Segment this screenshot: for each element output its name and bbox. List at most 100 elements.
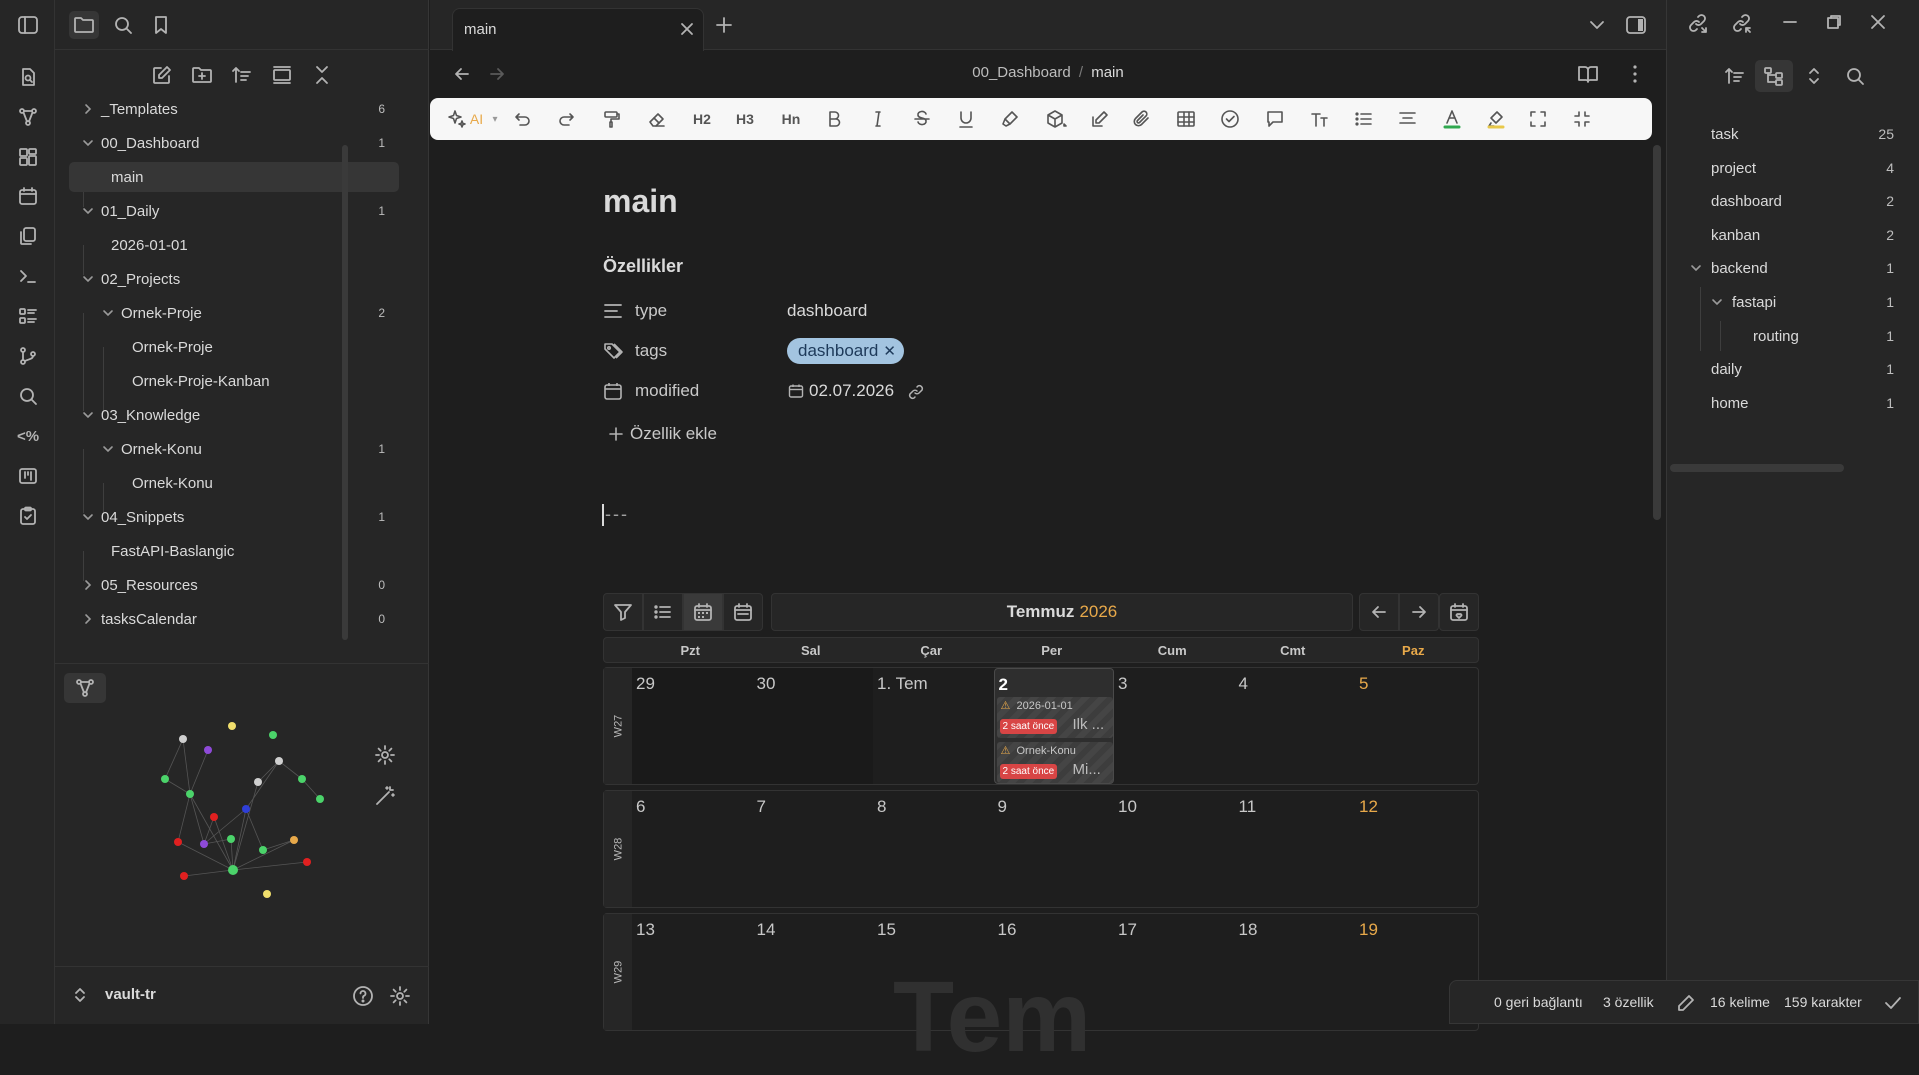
remove-tag-icon[interactable]: ✕	[883, 342, 896, 360]
format-painter-icon[interactable]	[600, 107, 624, 131]
tab-list-chevron-icon[interactable]	[1588, 16, 1606, 34]
folder-item[interactable]: _Templates 6	[69, 94, 399, 124]
callout-icon[interactable]	[1262, 107, 1292, 131]
properties-heading[interactable]: Özellikler	[603, 256, 683, 277]
property-key[interactable]: modified	[635, 381, 699, 401]
bookmarks-tab-icon[interactable]	[146, 11, 176, 39]
tab-main[interactable]: main	[452, 8, 704, 51]
new-tab-icon[interactable]	[715, 16, 733, 34]
month-view-icon[interactable]	[683, 593, 723, 631]
tag-item[interactable]: project 4	[1667, 153, 1919, 183]
chevron-down-icon[interactable]	[81, 204, 95, 218]
today-icon[interactable]	[1439, 593, 1479, 631]
table-icon[interactable]	[1174, 107, 1198, 131]
next-month-icon[interactable]	[1399, 593, 1439, 631]
quick-switcher-icon[interactable]	[14, 63, 42, 91]
sync-status-icon[interactable]	[1883, 993, 1903, 1013]
sidebar-toggle-icon[interactable]	[14, 11, 42, 39]
chevron-right-icon[interactable]	[81, 578, 95, 592]
search-icon[interactable]	[14, 382, 42, 410]
command-palette-icon[interactable]	[14, 262, 42, 290]
calendar-day[interactable]: 4	[1235, 668, 1356, 784]
tag-hierarchy-icon[interactable]	[1755, 60, 1793, 92]
vault-chevrons-icon[interactable]	[71, 986, 89, 1004]
graph-view-icon[interactable]	[14, 103, 42, 131]
calendar-day[interactable]: 11	[1235, 791, 1356, 907]
tags-horizontal-scrollbar[interactable]	[1670, 464, 1844, 472]
new-folder-icon[interactable]	[189, 62, 215, 88]
restore-icon[interactable]	[1824, 12, 1844, 32]
tags-search-icon[interactable]	[1844, 65, 1866, 87]
calendar-day[interactable]: 18	[1235, 914, 1356, 1030]
undo-icon[interactable]	[510, 107, 534, 131]
editor-scrollbar[interactable]	[1653, 145, 1661, 520]
week-number[interactable]: W28	[604, 791, 632, 907]
chevron-down-icon[interactable]	[1710, 295, 1724, 309]
chevron-down-icon[interactable]	[81, 510, 95, 524]
tag-item[interactable]: fastapi 1	[1667, 287, 1919, 317]
link-icon[interactable]	[907, 383, 925, 401]
tags-sort-icon[interactable]	[1724, 65, 1746, 87]
ai-button[interactable]: AI	[440, 107, 490, 131]
redo-icon[interactable]	[555, 107, 579, 131]
prev-month-icon[interactable]	[1359, 593, 1399, 631]
calendar-day[interactable]: 9	[994, 791, 1115, 907]
folder-item[interactable]: 01_Daily 1	[69, 196, 399, 226]
collapse-toolbar-icon[interactable]	[1570, 107, 1594, 131]
calendar-day[interactable]: 2 ⚠ 2026-01-01 2 saat önce Ilk ... ⚠ Ornek-Kon…	[993, 668, 1114, 784]
horizontal-rule-markdown[interactable]: ---	[605, 504, 629, 525]
search-tab-icon[interactable]	[108, 11, 138, 39]
close-window-icon[interactable]	[1868, 12, 1888, 32]
graph-canvas[interactable]	[145, 694, 395, 904]
font-color-icon[interactable]	[1438, 107, 1468, 131]
tag-item[interactable]: dashboard 2	[1667, 186, 1919, 216]
daily-note-icon[interactable]	[14, 182, 42, 210]
calendar-day[interactable]: 16	[994, 914, 1115, 1030]
bold-icon[interactable]	[822, 107, 846, 131]
file-item[interactable]: Ornek-Proje	[69, 332, 399, 362]
block-insert-icon[interactable]	[1042, 107, 1072, 131]
tag-item[interactable]: backend 1	[1667, 253, 1919, 283]
breadcrumb-folder[interactable]: 00_Dashboard	[972, 64, 1070, 81]
calendar-event[interactable]: ⚠ 2026-01-01 2 saat önce Ilk ...	[996, 697, 1113, 738]
file-item[interactable]: Ornek-Proje-Kanban	[69, 366, 399, 396]
folder-item[interactable]: 03_Knowledge	[69, 400, 399, 430]
tag-item[interactable]: routing 1	[1667, 321, 1919, 351]
auto-reveal-icon[interactable]	[269, 62, 295, 88]
properties-count[interactable]: 3 özellik	[1603, 994, 1654, 1010]
expand-collapse-icon[interactable]	[1803, 65, 1825, 87]
file-item[interactable]: 2026-01-01	[69, 230, 399, 260]
right-sidebar-toggle-icon[interactable]	[1625, 14, 1647, 36]
add-property-button[interactable]: Özellik ekle	[608, 424, 717, 444]
calendar-day[interactable]: 15	[873, 914, 994, 1030]
new-note-icon[interactable]	[149, 62, 175, 88]
chevron-down-icon[interactable]	[81, 136, 95, 150]
calendar-day[interactable]: 14	[753, 914, 874, 1030]
sort-icon[interactable]	[229, 62, 255, 88]
property-value[interactable]: 02.07.2026	[809, 381, 894, 401]
outline-icon[interactable]	[14, 302, 42, 330]
sidebar-scrollbar[interactable]	[342, 145, 348, 640]
heading-n-button[interactable]: Hn	[776, 107, 806, 131]
calendar-day[interactable]: 6	[632, 791, 753, 907]
strikethrough-icon[interactable]	[910, 107, 934, 131]
week-number[interactable]: W27	[604, 668, 632, 784]
note-title[interactable]: main	[603, 183, 678, 220]
italic-icon[interactable]	[866, 107, 890, 131]
chevron-down-icon[interactable]	[1689, 261, 1703, 275]
templates-icon[interactable]	[14, 222, 42, 250]
property-value[interactable]: dashboard	[787, 301, 867, 321]
calendar-day[interactable]: 7	[753, 791, 874, 907]
underline-icon[interactable]	[954, 107, 978, 131]
tag-pill[interactable]: dashboard ✕	[787, 338, 904, 364]
align-icon[interactable]	[1394, 107, 1424, 131]
calendar-day[interactable]: 10	[1114, 791, 1235, 907]
folder-item[interactable]: tasksCalendar 0	[69, 604, 399, 634]
canvas-icon[interactable]	[14, 143, 42, 171]
list-view-icon[interactable]	[643, 593, 683, 631]
heading3-button[interactable]: H3	[733, 107, 757, 131]
git-icon[interactable]	[14, 342, 42, 370]
settings-icon[interactable]	[389, 985, 411, 1007]
word-count[interactable]: 16 kelime	[1710, 994, 1770, 1010]
file-item[interactable]: FastAPI-Baslangic	[69, 536, 399, 566]
